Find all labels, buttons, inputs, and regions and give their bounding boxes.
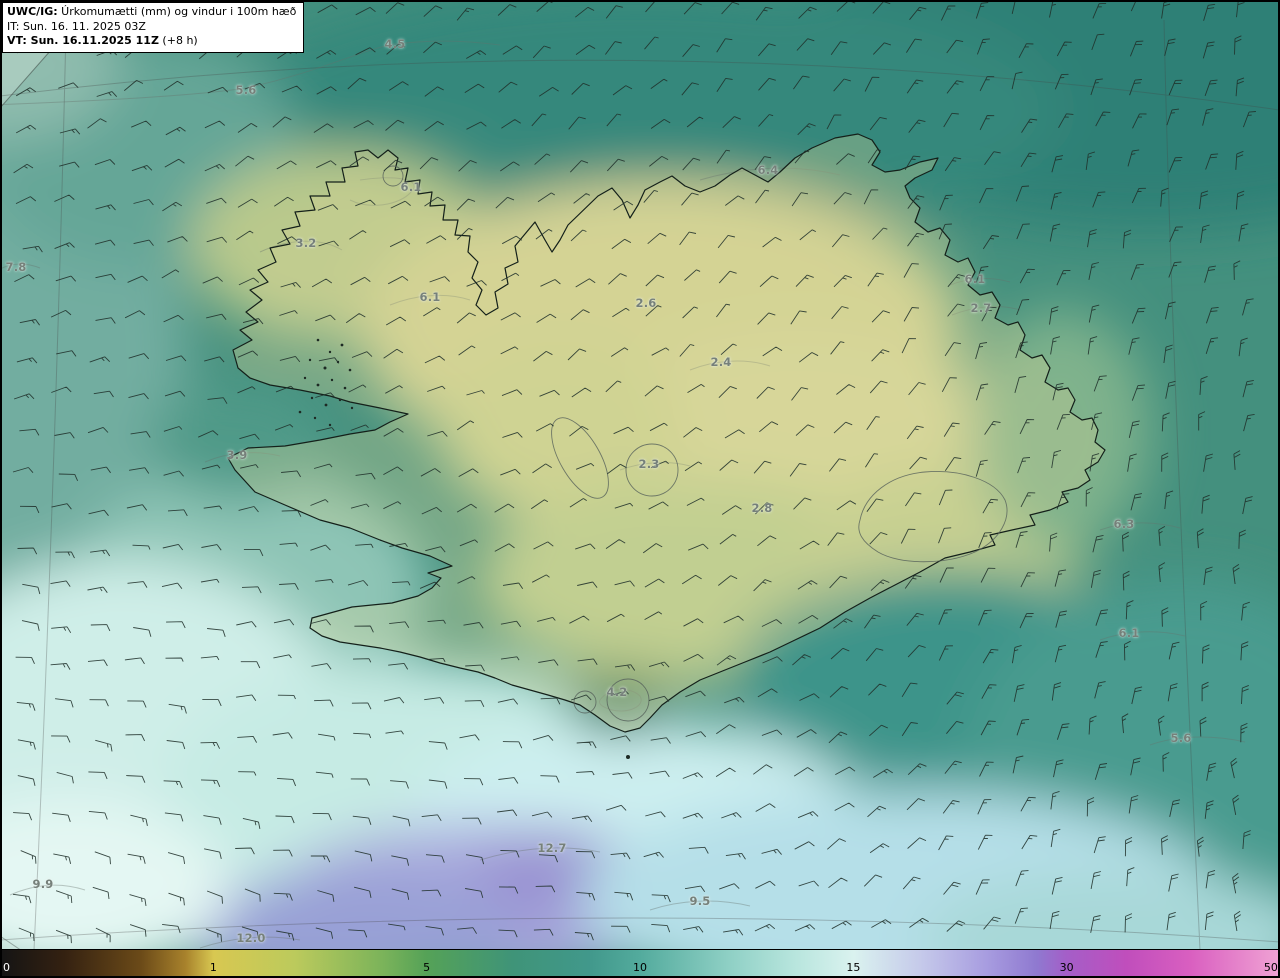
colorbar-tick-label: 1 <box>209 961 217 974</box>
colorbar-tick-label: 5 <box>423 961 431 974</box>
title-line-init-time: IT: Sun. 16. 11. 2025 03Z <box>7 19 146 33</box>
colorbar-tick-label: 15 <box>846 961 861 974</box>
colorbar-ticks: 0 1 5 10 15 30 50 <box>0 950 1280 978</box>
colorbar-tick-label: 30 <box>1059 961 1074 974</box>
colorbar-tick-label: 50 <box>1263 961 1278 974</box>
title-line-product: UWC/IG: Úrkomumætti (mm) og vindur i 100… <box>7 5 296 20</box>
valid-time-offset: (+8 h) <box>158 34 198 48</box>
colorbar-tick-label: 0 <box>3 961 10 974</box>
title-line-valid-time: VT: Sun. 16.11.2025 11Z (+8 h) <box>7 34 296 49</box>
colorbar-tick-label: 10 <box>633 961 647 974</box>
valid-time: VT: Sun. 16.11.2025 11Z <box>7 34 159 48</box>
product-desc: Úrkomumætti (mm) og vindur i 100m hæð <box>57 5 297 18</box>
product-id: UWC/IG: <box>7 5 58 18</box>
weather-map: 4.5 5.6 6.1 3.2 7.8 6.1 6.4 6.1 2.7 2.6 2.4 2.3 2.8 3… <box>0 0 1280 978</box>
title-box: UWC/IG: Úrkomumætti (mm) og vindur i 100… <box>2 2 305 53</box>
map-canvas <box>0 0 1280 950</box>
colorbar-container: 0 1 5 10 15 30 50 <box>0 949 1280 978</box>
